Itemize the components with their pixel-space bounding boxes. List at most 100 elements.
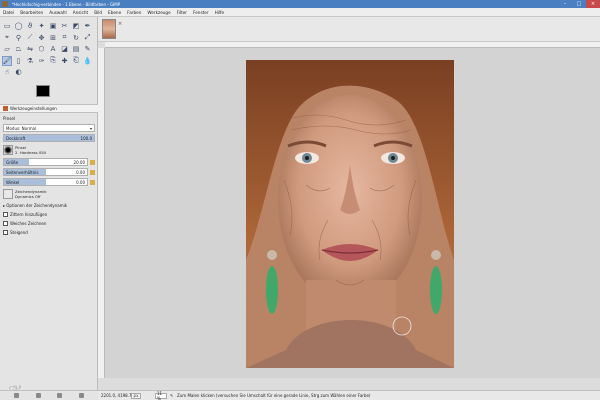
size-slider[interactable]: Größe 20.00: [3, 158, 88, 166]
smooth-stroke-checkbox-row[interactable]: Weiches Zeichnen: [3, 220, 95, 227]
dodge-burn-tool-icon[interactable]: ◐: [14, 67, 24, 77]
bucket-fill-tool-icon[interactable]: ◪: [60, 44, 70, 54]
blur-tool-icon[interactable]: 💧: [83, 56, 93, 66]
tool-options-icon: [3, 106, 8, 111]
maximize-button[interactable]: □: [572, 0, 586, 8]
paintbrush-status-icon: ✎: [170, 393, 174, 398]
menu-ansicht[interactable]: Ansicht: [73, 10, 88, 15]
color-select-tool-icon[interactable]: ▣: [48, 21, 58, 31]
gimp-app-icon: [2, 1, 8, 7]
fuzzy-select-tool-icon[interactable]: ✦: [37, 21, 47, 31]
flip-tool-icon[interactable]: ⇋: [25, 44, 35, 54]
paintbrush-tool-icon[interactable]: 🖌: [2, 55, 12, 66]
incremental-checkbox-row[interactable]: Steigend: [3, 229, 95, 236]
paths-tool-icon[interactable]: ✒: [83, 21, 93, 31]
tool-options-tab[interactable]: Werkzeugeinstellungen: [0, 104, 98, 113]
tool-options-panel: Werkzeugeinstellungen Pinsel Modus: Norm…: [0, 104, 98, 238]
move-tool-icon[interactable]: ✥: [37, 33, 47, 43]
free-select-tool-icon[interactable]: ϑ: [25, 21, 35, 31]
delete-options-icon[interactable]: [57, 393, 63, 398]
tool-options-tab-label: Werkzeugeinstellungen: [10, 106, 57, 111]
minimize-button[interactable]: –: [558, 0, 572, 8]
reset-ratio-icon[interactable]: [90, 169, 95, 175]
opacity-slider[interactable]: Deckkraft 100.0: [3, 134, 95, 142]
image-thumbnail[interactable]: [102, 19, 116, 39]
mode-dropdown[interactable]: Modus: Normal ▾: [3, 124, 95, 132]
angle-label: Winkel: [6, 179, 20, 185]
menu-ebene[interactable]: Ebene: [108, 10, 121, 15]
blend-tool-icon[interactable]: ▤: [71, 44, 81, 54]
status-bar: 2201.0, 4198.7 px 11 % ✎ Zum Malen klick…: [98, 390, 600, 400]
measure-tool-icon[interactable]: ⟋: [25, 33, 35, 43]
canvas-area[interactable]: [105, 48, 600, 378]
ellipse-select-tool-icon[interactable]: ◯: [14, 21, 24, 31]
jitter-checkbox[interactable]: [3, 212, 8, 217]
jitter-label: Zittern hinzufügen: [10, 212, 48, 217]
opacity-label: Deckkraft: [6, 135, 26, 141]
brush-preview-icon[interactable]: [3, 145, 13, 155]
dynamics-options-label: Optionen der Zeichendynamik: [6, 203, 68, 208]
menu-datei[interactable]: Datei: [3, 10, 14, 15]
status-message: Zum Malen klicken (versuchen Sie Umschal…: [177, 393, 371, 398]
incremental-checkbox[interactable]: [3, 230, 8, 235]
crop-tool-icon[interactable]: ⌗: [60, 33, 70, 43]
scissors-tool-icon[interactable]: ✂: [60, 21, 70, 31]
angle-slider[interactable]: Winkel 0.00: [3, 178, 88, 186]
color-swatches: [36, 85, 60, 105]
unit-selector[interactable]: px: [131, 392, 141, 399]
save-options-icon[interactable]: [14, 393, 20, 398]
rotate-tool-icon[interactable]: ↻: [71, 33, 81, 43]
opacity-value: 100.0: [80, 135, 92, 141]
perspective-clone-tool-icon[interactable]: ⎗: [71, 56, 81, 66]
foreground-color-swatch[interactable]: [36, 85, 50, 97]
ink-tool-icon[interactable]: ✑: [37, 56, 47, 66]
portrait-image[interactable]: [246, 60, 454, 368]
aspect-ratio-slider[interactable]: Seitenverhältnis 0.00: [3, 168, 88, 176]
menu-werkzeuge[interactable]: Werkzeuge: [147, 10, 170, 15]
brush-selector[interactable]: Pinsel 2. Hardness 050: [3, 144, 95, 156]
scale-tool-icon[interactable]: ⤢: [83, 33, 93, 43]
title-bar: *Hochkitschig-verbinden - 1 Ebene - Bild…: [0, 0, 600, 8]
aspect-ratio-value: 0.00: [76, 169, 85, 175]
menu-fenster[interactable]: Fenster: [193, 10, 209, 15]
color-picker-tool-icon[interactable]: ⌖: [2, 33, 12, 43]
close-button[interactable]: ×: [586, 0, 600, 8]
angle-value: 0.00: [76, 179, 85, 185]
menu-bearbeiten[interactable]: Bearbeiten: [20, 10, 43, 15]
zoom-selector[interactable]: 11 %: [155, 391, 167, 400]
reset-options-icon[interactable]: [78, 393, 84, 398]
perspective-tool-icon[interactable]: ⏢: [14, 44, 24, 54]
size-label: Größe: [6, 159, 19, 165]
cage-tool-icon[interactable]: ⬡: [37, 44, 47, 54]
align-tool-icon[interactable]: ⊞: [48, 33, 58, 43]
eraser-tool-icon[interactable]: ▯: [14, 56, 24, 66]
heal-tool-icon[interactable]: ✚: [60, 56, 70, 66]
dynamics-icon[interactable]: [3, 189, 13, 199]
incremental-label: Steigend: [10, 230, 28, 235]
menu-farben[interactable]: Farben: [127, 10, 141, 15]
close-image-icon[interactable]: ×: [118, 21, 122, 27]
menu-filter[interactable]: Filter: [177, 10, 187, 15]
menu-auswahl[interactable]: Auswahl: [49, 10, 67, 15]
size-value: 20.00: [73, 159, 85, 165]
reset-angle-icon[interactable]: [90, 179, 95, 185]
dynamics-selector[interactable]: Zeichendynamik Dynamics Off: [3, 188, 95, 200]
shear-tool-icon[interactable]: ▱: [2, 44, 12, 54]
text-tool-icon[interactable]: A: [48, 44, 58, 54]
jitter-checkbox-row[interactable]: Zittern hinzufügen: [3, 211, 95, 218]
vertical-ruler[interactable]: [98, 48, 105, 378]
pencil-tool-icon[interactable]: ✎: [83, 44, 93, 54]
clone-tool-icon[interactable]: ⎘: [48, 56, 58, 66]
menu-bild[interactable]: Bild: [94, 10, 102, 15]
reset-size-icon[interactable]: [90, 159, 95, 165]
image-tabs-strip: ×: [98, 17, 600, 42]
menu-hilfe[interactable]: Hilfe: [215, 10, 225, 15]
smooth-stroke-checkbox[interactable]: [3, 221, 8, 226]
rect-select-tool-icon[interactable]: ▭: [2, 21, 12, 31]
smudge-tool-icon[interactable]: ☝: [2, 67, 12, 77]
foreground-select-tool-icon[interactable]: ◩: [71, 21, 81, 31]
airbrush-tool-icon[interactable]: ⚗: [25, 56, 35, 66]
zoom-tool-icon[interactable]: ⚲: [14, 33, 24, 43]
dynamics-options-toggle[interactable]: ▸ Optionen der Zeichendynamik: [3, 202, 95, 209]
restore-options-icon[interactable]: [35, 393, 41, 398]
